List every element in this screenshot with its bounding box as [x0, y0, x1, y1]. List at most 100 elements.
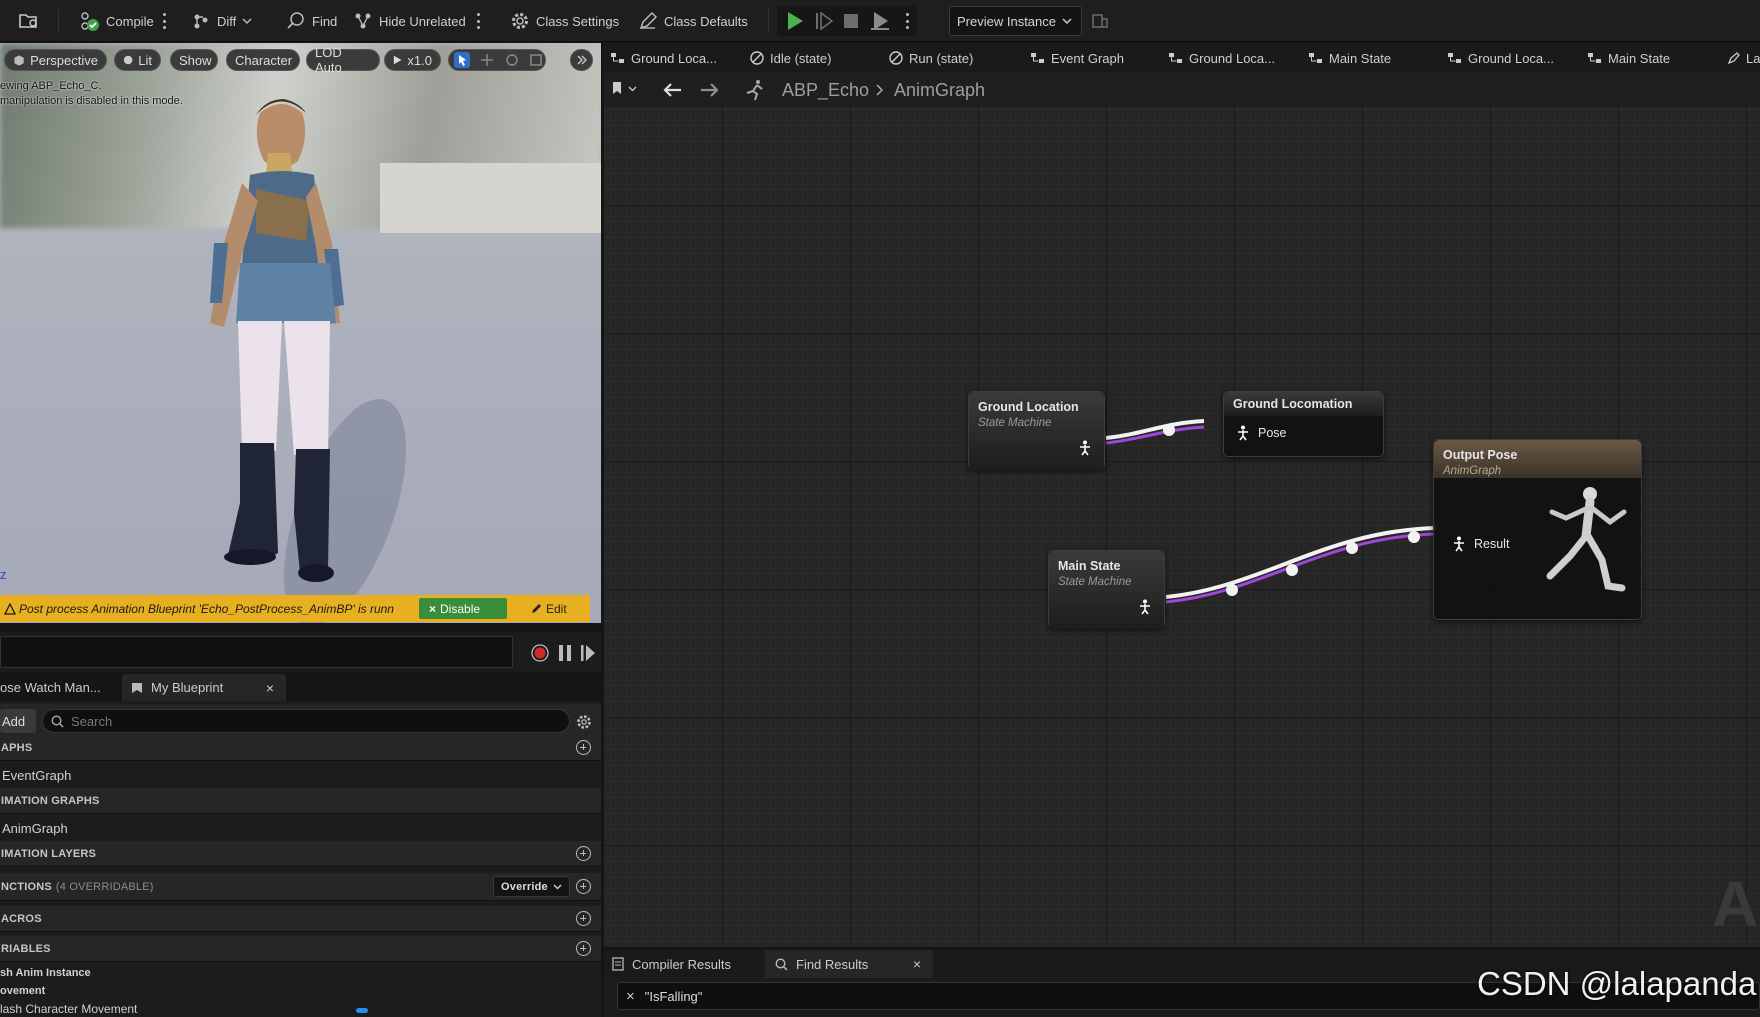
tab-label: La: [1746, 50, 1760, 66]
node-output-pose[interactable]: Output Pose AnimGraph Result: [1433, 439, 1642, 620]
add-label: Add: [2, 713, 26, 729]
browse-button[interactable]: [12, 0, 46, 42]
breadcrumb-root[interactable]: ABP_Echo: [782, 80, 869, 101]
tab-main-state-1[interactable]: Main State: [1308, 43, 1391, 73]
show-button[interactable]: Show: [170, 49, 218, 71]
section-animation-layers[interactable]: IMATION LAYERS: [0, 841, 601, 867]
anim-graph-canvas[interactable]: Ground Location State Machine Ground Loc…: [604, 107, 1760, 947]
tab-event-graph[interactable]: Event Graph: [1030, 43, 1124, 73]
preview-instance-dropdown[interactable]: Preview Instance: [949, 6, 1082, 36]
tab-label: Idle (state): [770, 50, 832, 66]
state-icon: [750, 51, 764, 65]
forward-arrow-icon[interactable]: [700, 82, 720, 98]
bookmark-dropdown[interactable]: [612, 81, 637, 95]
pose-pin-icon[interactable]: [1138, 599, 1152, 615]
find-button[interactable]: Find: [280, 0, 343, 42]
tab-my-blueprint[interactable]: My Blueprint ×: [122, 674, 286, 701]
section-functions[interactable]: NCTIONS (4 OVERRIDABLE) Override: [0, 873, 601, 901]
edit-postprocess-button[interactable]: Edit: [521, 598, 577, 619]
viewport-more-button[interactable]: [570, 49, 593, 71]
var-category-movement[interactable]: ovement: [0, 985, 45, 997]
add-graph-icon[interactable]: [576, 740, 591, 755]
disable-postprocess-button[interactable]: × Disable: [419, 598, 507, 619]
lod-button[interactable]: LOD Auto: [306, 45, 380, 75]
pause-icon[interactable]: [558, 644, 572, 662]
section-graphs[interactable]: APHS: [0, 735, 601, 761]
compile-button[interactable]: Compile: [72, 0, 160, 42]
bp-search-input[interactable]: Search: [42, 709, 570, 733]
tab-pose-watch-label: ose Watch Man...: [0, 680, 101, 695]
class-defaults-button[interactable]: Class Defaults: [632, 0, 754, 42]
tab-layer[interactable]: La: [1728, 43, 1760, 73]
stop-icon[interactable]: [843, 13, 859, 29]
add-variable-icon[interactable]: [576, 941, 591, 956]
add-function-icon[interactable]: [576, 879, 591, 894]
node-ground-location-state-machine[interactable]: Ground Location State Machine: [968, 391, 1105, 470]
add-button[interactable]: Add: [0, 709, 36, 733]
add-layer-icon[interactable]: [576, 846, 591, 861]
pose-pin-icon[interactable]: [1078, 440, 1092, 456]
play-icon[interactable]: [786, 11, 804, 31]
step-forward-icon[interactable]: [815, 12, 833, 30]
perspective-button[interactable]: Perspective: [4, 49, 107, 71]
wire-knot: [1346, 542, 1358, 554]
tab-main-state-2[interactable]: Main State: [1587, 43, 1670, 73]
close-icon[interactable]: ×: [266, 680, 274, 696]
section-animation-graphs[interactable]: IMATION GRAPHS: [0, 788, 601, 814]
recording-bar: [0, 632, 601, 672]
debug-object-icon[interactable]: [1091, 12, 1109, 30]
simulate-icon[interactable]: [870, 11, 890, 31]
var-item-character-movement[interactable]: lash Character Movement: [0, 1002, 137, 1016]
play-icon: [393, 55, 402, 65]
clear-search-icon[interactable]: ×: [626, 988, 635, 1005]
close-icon[interactable]: ×: [913, 956, 921, 972]
compiler-results-icon: [612, 957, 624, 971]
select-arrow-icon[interactable]: [454, 52, 470, 68]
var-category-anim-instance[interactable]: sh Anim Instance: [0, 967, 91, 979]
tab-pose-watch-manager[interactable]: ose Watch Man...: [0, 674, 120, 701]
gear-icon[interactable]: [576, 714, 592, 730]
item-event-graph[interactable]: EventGraph: [2, 768, 71, 783]
tab-find-results[interactable]: Find Results ×: [765, 950, 933, 978]
class-settings-button[interactable]: Class Settings: [504, 0, 625, 42]
character-button[interactable]: Character: [226, 49, 300, 71]
tab-idle-state[interactable]: Idle (state): [750, 43, 831, 73]
node-ground-locomation[interactable]: Ground Locomation Pose: [1223, 391, 1384, 457]
preview-viewport[interactable]: Perspective Lit Show Character LOD Auto …: [0, 43, 601, 623]
move-icon[interactable]: [480, 53, 494, 67]
hide-unrelated-button[interactable]: Hide Unrelated: [347, 0, 472, 42]
scale-icon[interactable]: [529, 53, 543, 67]
playback-speed-button[interactable]: x1.0: [384, 49, 441, 71]
search-icon: [51, 714, 64, 728]
step-forward-icon[interactable]: [580, 644, 596, 662]
tab-ground-location-2[interactable]: Ground Loca...: [1168, 43, 1275, 73]
diff-button[interactable]: Diff: [185, 0, 258, 42]
tab-ground-location-1[interactable]: Ground Loca...: [610, 43, 717, 73]
chevron-down-icon: [628, 86, 637, 91]
node-main-state-state-machine[interactable]: Main State State Machine: [1048, 550, 1165, 629]
back-arrow-icon[interactable]: [662, 82, 682, 98]
record-icon[interactable]: [531, 644, 549, 662]
viewport-info-line2: manipulation is disabled in this mode.: [0, 95, 183, 107]
hide-unrelated-options-kebab[interactable]: [477, 13, 481, 29]
chevron-down-icon: [553, 884, 562, 890]
compile-options-kebab[interactable]: [163, 13, 167, 29]
pose-pin-icon[interactable]: [1452, 536, 1466, 552]
override-dropdown[interactable]: Override: [493, 876, 570, 897]
section-variables[interactable]: RIABLES: [0, 936, 601, 962]
rotate-icon[interactable]: [505, 53, 519, 67]
tab-run-state[interactable]: Run (state): [889, 43, 973, 73]
pose-pin-icon[interactable]: [1236, 425, 1250, 441]
section-macros[interactable]: ACROS: [0, 906, 601, 932]
item-anim-graph[interactable]: AnimGraph: [2, 821, 68, 836]
node-title: Ground Location: [978, 400, 1079, 414]
add-macro-icon[interactable]: [576, 911, 591, 926]
lit-button[interactable]: Lit: [114, 49, 161, 71]
timeline-track[interactable]: [0, 636, 513, 668]
my-blueprint-panel: ose Watch Man... My Blueprint × Add Sear…: [0, 674, 601, 1017]
state-icon: [889, 51, 903, 65]
tab-compiler-results[interactable]: Compiler Results: [612, 950, 731, 978]
tab-ground-location-3[interactable]: Ground Loca...: [1447, 43, 1554, 73]
play-options-kebab[interactable]: [906, 13, 910, 29]
section-functions-label: NCTIONS: [1, 880, 52, 893]
